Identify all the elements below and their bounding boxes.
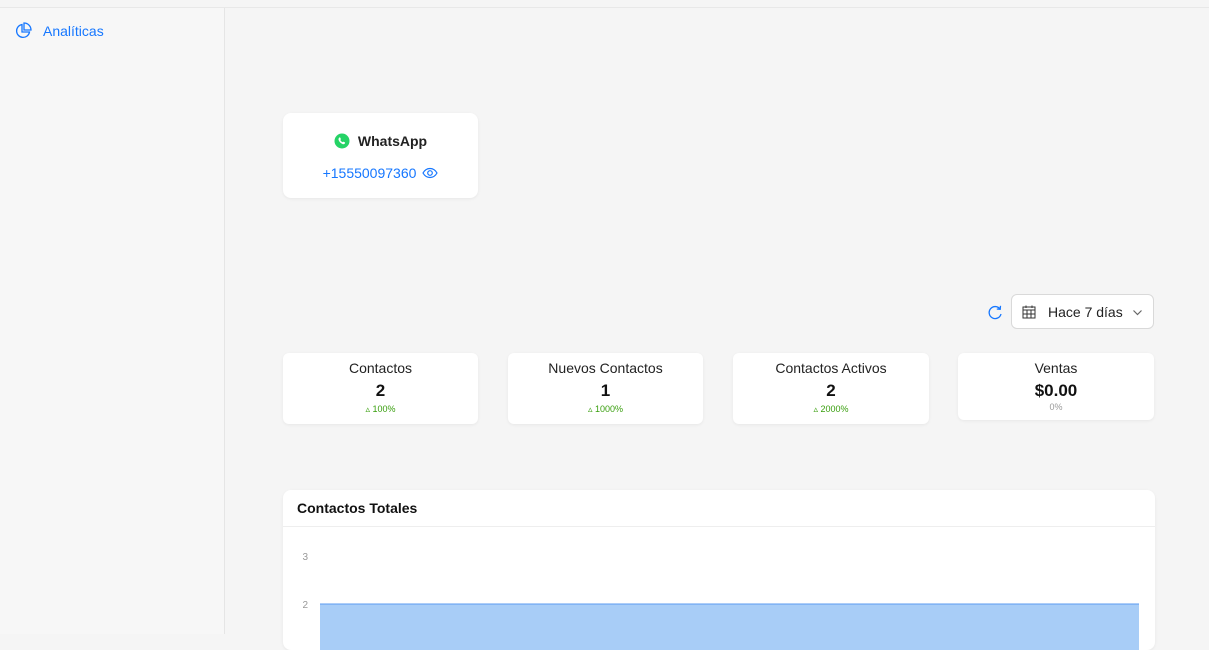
sidebar-item-analiticas[interactable]: Analíticas [14,22,104,40]
y-tick-label: 3 [302,552,308,563]
chart-card-contactos-totales: Contactos Totales 32 [283,490,1155,650]
pie-chart-icon [14,22,32,40]
sidebar: Analíticas [0,8,225,634]
channel-phone-row: +15550097360 [283,165,478,181]
date-range-value: Hace 7 días [1048,303,1123,320]
eye-icon[interactable] [422,165,439,181]
stat-label: Ventas [1034,360,1078,376]
stat-label: Nuevos Contactos [548,360,663,376]
trend-up-icon: ▵ [813,404,818,414]
stat-card-contactos-activos: Contactos Activos 2 ▵ 2000% [733,353,929,424]
stat-delta: ▵ 2000% [733,404,929,415]
stat-value: $0.00 [1034,381,1078,400]
stat-card-nuevos-contactos: Nuevos Contactos 1 ▵ 1000% [508,353,703,424]
channel-title: WhatsApp [283,133,478,149]
stat-delta-value: 1000% [595,404,624,414]
whatsapp-icon [334,133,350,149]
stat-label: Contactos Activos [775,360,887,376]
calendar-icon [1022,305,1036,318]
stat-delta: ▵ 1000% [508,404,703,415]
chart-title: Contactos Totales [283,490,1155,527]
stat-value: 2 [826,381,836,400]
area-series [320,604,1139,650]
channel-phone[interactable]: +15550097360 [323,165,417,181]
stat-card-contactos: Contactos 2 ▵ 100% [283,353,478,424]
trend-up-icon: ▵ [587,404,593,414]
trend-up-icon: ▵ [365,404,370,414]
stat-value: 2 [375,381,386,400]
stat-delta: ▵ 100% [283,404,478,415]
area-chart: 32 [302,552,1139,650]
stat-card-ventas: Ventas $0.00 0% [958,353,1154,420]
y-tick-label: 2 [302,600,308,611]
whatsapp-channel-card: WhatsApp +15550097360 [283,113,478,198]
channel-name: WhatsApp [357,133,428,149]
date-range-select[interactable]: Hace 7 días [1011,294,1154,329]
chevron-down-icon [1133,310,1142,316]
stat-delta-value: 100% [372,404,396,414]
stat-delta-value: 2000% [820,404,849,414]
sidebar-item-label: Analíticas [43,23,104,39]
stat-value: 1 [600,381,611,400]
stat-label: Contactos [348,360,413,376]
top-border [0,0,1209,8]
stat-delta: 0% [1049,402,1063,412]
refresh-icon[interactable] [986,304,1004,322]
main-content: WhatsApp +15550097360 Hace 7 días Contac… [226,8,1209,650]
